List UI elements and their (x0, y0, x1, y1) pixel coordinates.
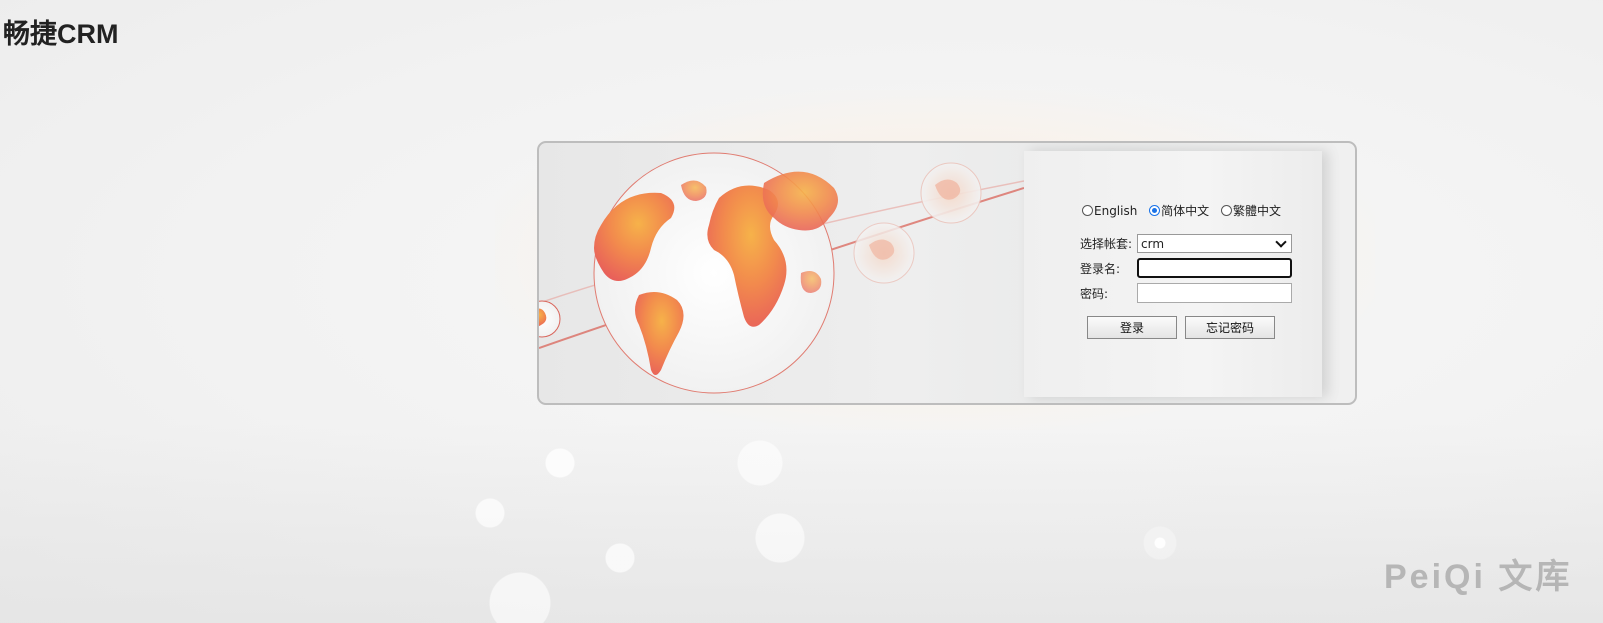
username-input[interactable] (1137, 258, 1292, 278)
language-selector: English 简体中文 繁體中文 (1082, 202, 1289, 219)
account-set-value: crm (1141, 236, 1165, 251)
background-bokeh (0, 423, 1603, 623)
radio-english[interactable] (1082, 205, 1093, 216)
account-set-select[interactable]: crm (1137, 234, 1292, 253)
watermark-text: PeiQi 文库 (1384, 558, 1573, 596)
username-label: 登录名: (1080, 261, 1121, 276)
login-form: English 简体中文 繁體中文 选择帐套: crm 登录名: 密码: 登录 … (1024, 151, 1322, 397)
username-row: 登录名: (1080, 258, 1292, 278)
forgot-password-button[interactable]: 忘记密码 (1185, 316, 1275, 339)
lang-option-english[interactable]: English (1082, 204, 1137, 218)
lang-label-simplified-chinese: 简体中文 (1161, 204, 1210, 218)
account-set-label: 选择帐套: (1080, 237, 1133, 251)
password-label: 密码: (1080, 286, 1109, 301)
chevron-down-icon (1275, 235, 1287, 248)
login-button[interactable]: 登录 (1087, 316, 1177, 339)
lang-label-english: English (1094, 203, 1138, 218)
password-input[interactable] (1137, 283, 1292, 303)
account-set-row: 选择帐套: crm (1080, 234, 1292, 253)
globe-illustration (539, 152, 1024, 394)
login-panel: English 简体中文 繁體中文 选择帐套: crm 登录名: 密码: 登录 … (537, 141, 1357, 405)
radio-simplified-chinese[interactable] (1149, 205, 1161, 216)
brand-logo: 畅捷CRM (3, 19, 119, 49)
password-row: 密码: (1080, 283, 1292, 303)
lang-option-simplified-chinese[interactable]: 简体中文 (1149, 202, 1209, 219)
radio-traditional-chinese[interactable] (1221, 205, 1233, 216)
lang-option-traditional-chinese[interactable]: 繁體中文 (1221, 202, 1281, 219)
lang-label-traditional-chinese: 繁體中文 (1233, 204, 1282, 218)
